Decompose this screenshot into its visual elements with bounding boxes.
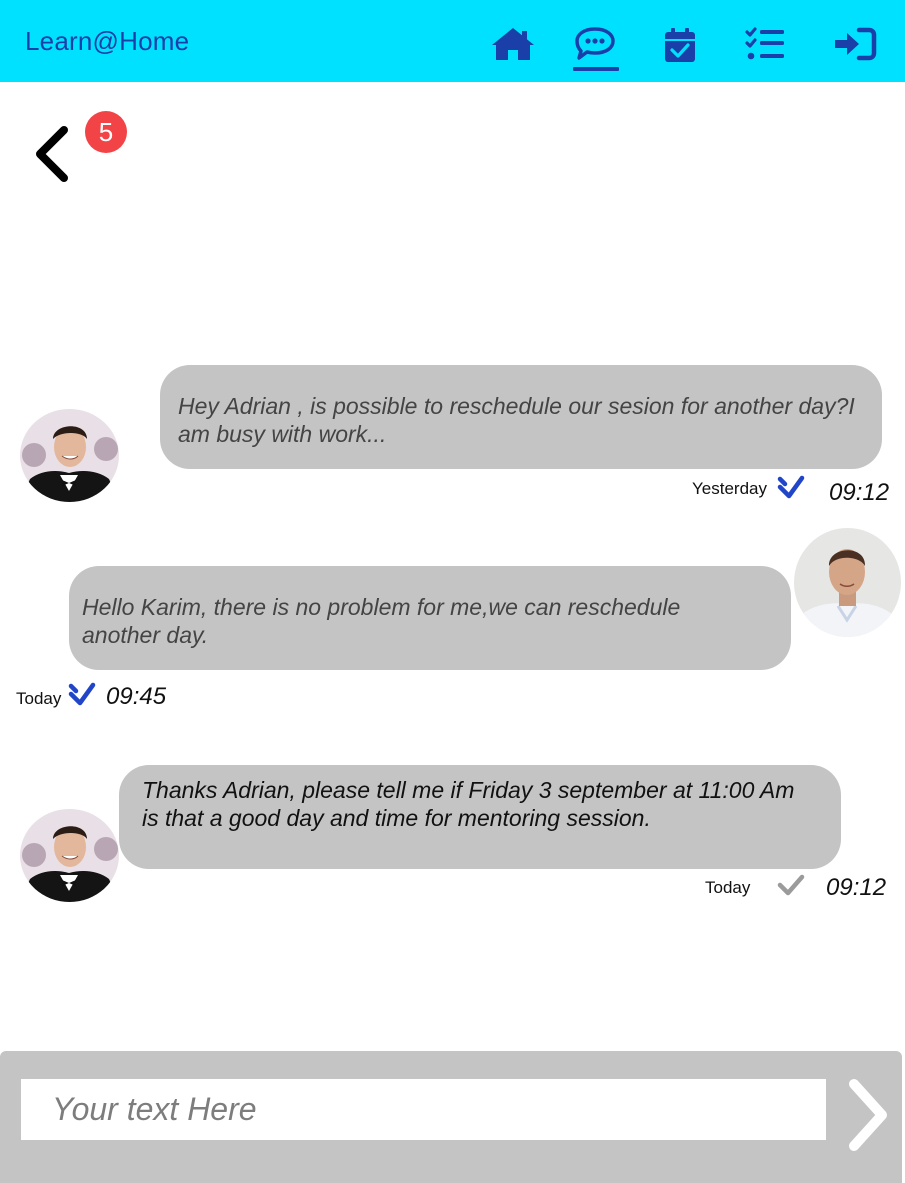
message-day: Today <box>705 878 751 897</box>
message-time: 09:45 <box>106 683 167 710</box>
send-button[interactable] <box>842 1076 892 1156</box>
message-day: Today <box>16 689 62 708</box>
home-icon[interactable] <box>490 26 536 66</box>
top-bar: Learn@Home <box>0 0 905 82</box>
message-bubble: Hey Adrian , is possible to reschedule o… <box>160 365 882 469</box>
unread-badge: 5 <box>85 111 127 153</box>
message-time: 09:12 <box>829 479 890 506</box>
check-icon <box>777 874 805 896</box>
back-button[interactable] <box>32 126 72 182</box>
brand-title: Learn@Home <box>25 26 190 56</box>
double-check-icon <box>68 682 96 706</box>
chat-icon[interactable] <box>572 26 618 66</box>
message-bubble: Hello Karim, there is no problem for me,… <box>69 566 791 670</box>
avatar-adrian <box>794 528 901 637</box>
calendar-check-icon[interactable] <box>657 26 703 66</box>
task-list-icon[interactable] <box>742 26 788 66</box>
chevron-left-icon <box>36 126 68 182</box>
chat-screen: Learn@Home 5 Hey Adrian , is possible to… <box>0 0 905 1183</box>
message-bubble: Thanks Adrian, please tell me if Friday … <box>119 765 841 869</box>
avatar-karim <box>20 809 119 902</box>
message-day: Yesterday <box>692 479 767 498</box>
chevron-right-icon <box>849 1079 887 1151</box>
message-time: 09:12 <box>826 874 887 901</box>
active-tab-indicator <box>573 67 619 71</box>
avatar-karim <box>20 409 119 502</box>
double-check-icon <box>777 475 805 499</box>
sign-in-icon[interactable] <box>831 26 877 66</box>
message-input[interactable] <box>21 1079 826 1140</box>
